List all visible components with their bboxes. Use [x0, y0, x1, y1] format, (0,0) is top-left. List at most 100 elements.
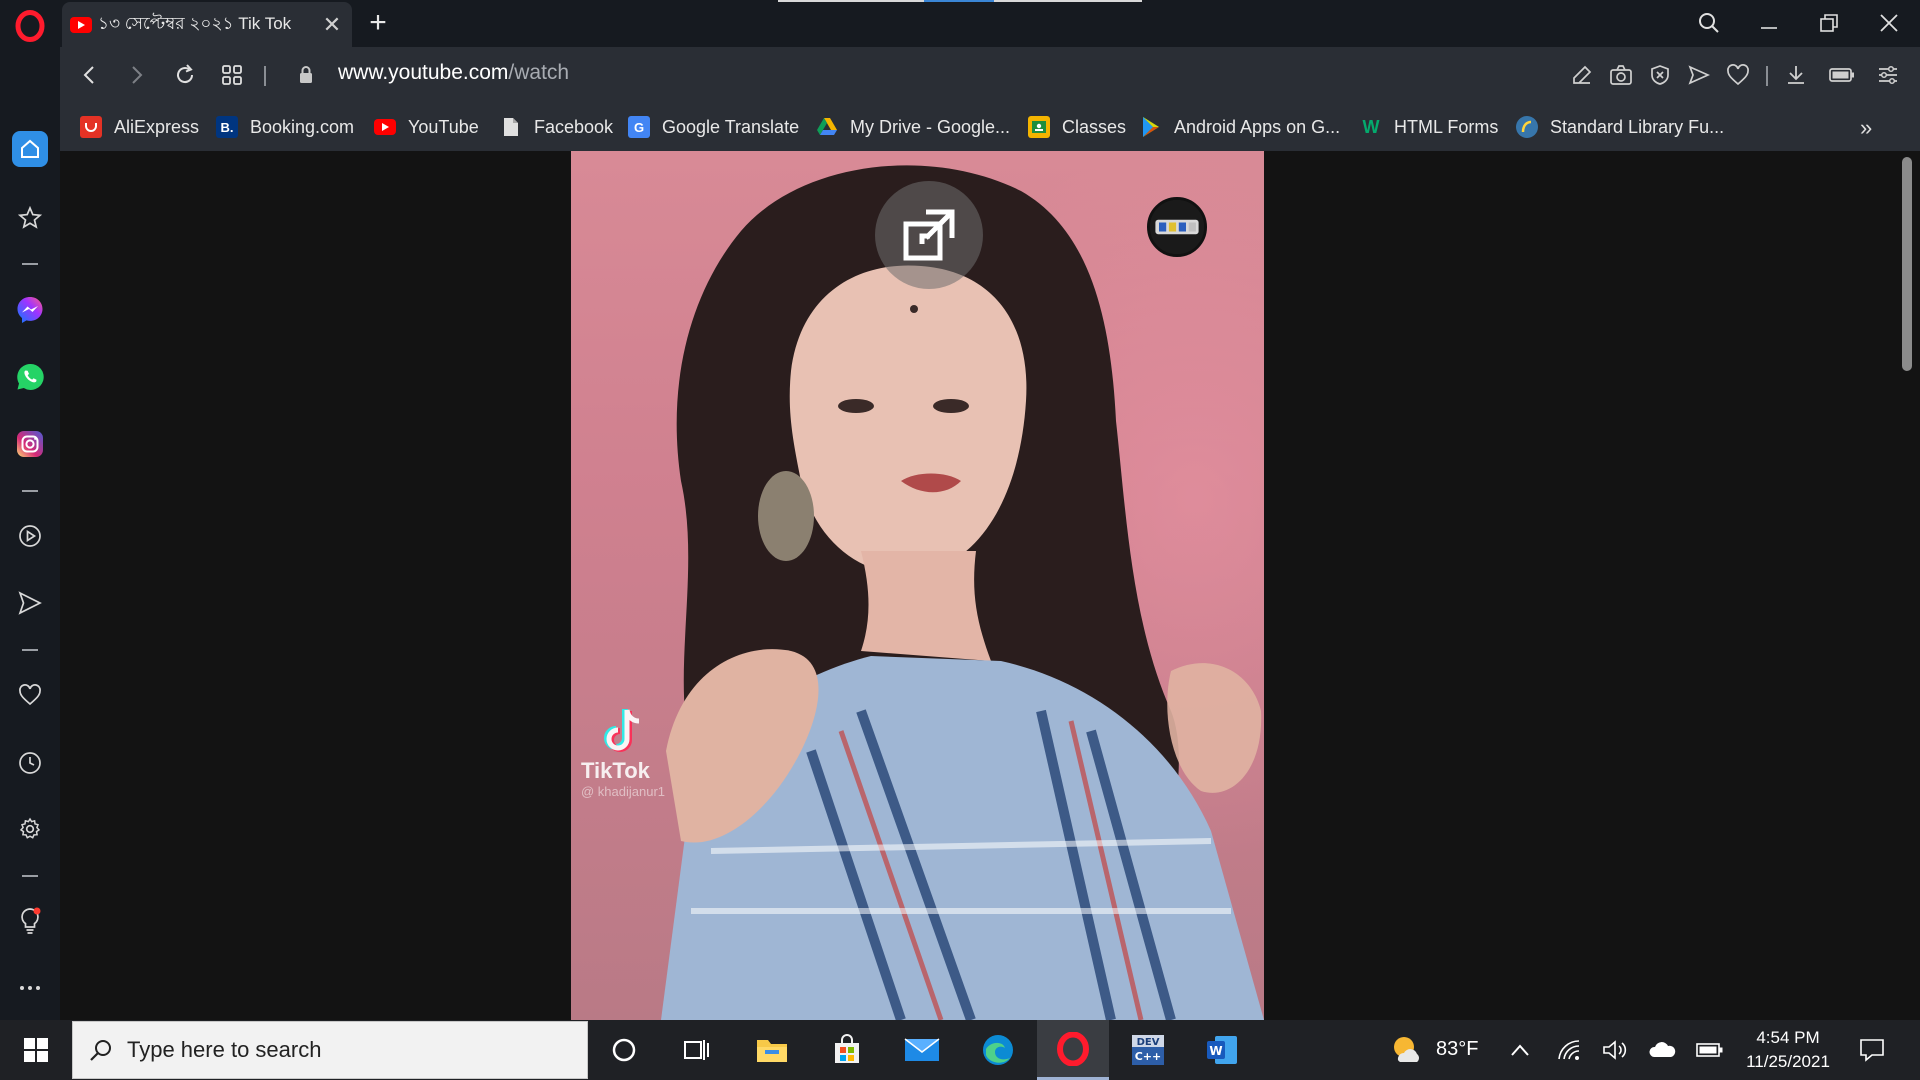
battery-icon	[1696, 1043, 1723, 1057]
close-window-button[interactable]	[1860, 0, 1918, 46]
edit-bookmark-button[interactable]	[1564, 57, 1600, 93]
picture-in-picture-button[interactable]	[875, 181, 983, 289]
bookmark-html-forms[interactable]: W HTML Forms	[1360, 112, 1499, 142]
snapshot-button[interactable]	[1603, 57, 1639, 93]
sidebar-messenger[interactable]	[10, 290, 50, 330]
play-circle-icon	[19, 525, 41, 547]
url-field[interactable]: www.youtube.com/watch	[338, 61, 569, 85]
sidebar-home[interactable]	[12, 131, 48, 167]
cortana-button[interactable]	[588, 1020, 660, 1080]
popout-video-icon	[903, 209, 955, 261]
tab-close-icon[interactable]: ✕	[320, 12, 344, 37]
bookmark-standard-library[interactable]: Standard Library Fu...	[1516, 112, 1724, 142]
bookmark-google-drive[interactable]: My Drive - Google...	[816, 112, 1010, 142]
bookmark-aliexpress[interactable]: AliExpress	[80, 112, 199, 142]
opera-icon	[1057, 1031, 1089, 1066]
google-drive-icon	[816, 116, 838, 138]
folder-icon	[757, 1040, 787, 1062]
bookmark-page-button[interactable]	[1720, 57, 1756, 93]
bookmark-booking[interactable]: B. Booking.com	[216, 112, 354, 142]
heart-icon	[1727, 64, 1749, 86]
taskbar-edge[interactable]	[962, 1020, 1034, 1080]
battery-icon	[1829, 68, 1854, 82]
page-content: TikTok @ khadijanur1	[60, 151, 1920, 1020]
sidebar-whatsapp[interactable]	[10, 357, 50, 397]
search-placeholder: Type here to search	[127, 1037, 322, 1062]
camera-icon	[1610, 65, 1632, 85]
address-toolbar: www.youtube.com/watch	[60, 47, 1920, 103]
battery-button[interactable]	[1694, 1034, 1726, 1066]
lock-icon	[300, 66, 312, 83]
network-button[interactable]	[1554, 1034, 1586, 1066]
taskbar-file-explorer[interactable]	[736, 1020, 808, 1080]
speed-dial-button[interactable]	[212, 55, 252, 95]
toolbar-divider	[1766, 66, 1768, 86]
sidebar-more[interactable]	[10, 968, 50, 1008]
action-center-button[interactable]	[1852, 1030, 1892, 1070]
easy-setup-button[interactable]	[1870, 57, 1906, 93]
chevron-up-icon	[1511, 1044, 1529, 1056]
channel-avatar[interactable]	[1147, 197, 1207, 257]
sidebar-divider	[22, 875, 38, 877]
sidebar-speed-dial[interactable]	[10, 198, 50, 238]
speaker-icon	[1603, 1040, 1627, 1060]
taskbar-clock[interactable]: 4:54 PM 11/25/2021	[1730, 1026, 1846, 1074]
flow-send-button[interactable]	[1681, 57, 1717, 93]
reload-button[interactable]	[165, 55, 205, 95]
bookmark-google-translate[interactable]: G Google Translate	[628, 112, 799, 142]
sidebar-my-flow[interactable]	[10, 583, 50, 623]
minimize-button[interactable]	[1740, 0, 1798, 46]
sidebar-player[interactable]	[10, 516, 50, 556]
tab-youtube-video[interactable]: ১৩ সেপ্টেম্বর ২০২১ Tik Tok ✕	[62, 2, 352, 47]
video-player[interactable]: TikTok @ khadijanur1	[571, 151, 1264, 1020]
chevron-left-icon	[83, 66, 94, 84]
downloads-button[interactable]	[1778, 57, 1814, 93]
restore-button[interactable]	[1800, 0, 1858, 46]
wifi-icon	[1558, 1040, 1580, 1060]
bookmark-classes[interactable]: Classes	[1028, 112, 1126, 142]
taskbar-dev-cpp[interactable]: DEV C++	[1112, 1020, 1184, 1080]
google-translate-icon: G	[628, 116, 650, 138]
bookmarks-overflow-button[interactable]: »	[1860, 115, 1872, 141]
onedrive-button[interactable]	[1646, 1034, 1678, 1066]
sidebar-bookmarks[interactable]	[10, 675, 50, 715]
sidebar-tips[interactable]	[10, 901, 50, 941]
taskbar-microsoft-store[interactable]	[811, 1020, 883, 1080]
sidebar-divider	[22, 263, 38, 265]
bookmark-label: Facebook	[534, 116, 614, 137]
bookmark-google-play[interactable]: Android Apps on G...	[1140, 112, 1340, 142]
sidebar-settings[interactable]	[10, 809, 50, 849]
partly-sunny-icon	[1394, 1037, 1419, 1062]
ad-blocker-button[interactable]	[1642, 57, 1678, 93]
page-scrollbar[interactable]	[1902, 157, 1912, 371]
sidebar-history[interactable]	[10, 743, 50, 783]
mail-icon	[904, 1038, 940, 1061]
store-icon	[835, 1034, 859, 1063]
start-button[interactable]	[10, 1026, 62, 1074]
opera-menu-button[interactable]	[10, 6, 50, 46]
notification-icon	[1860, 1039, 1884, 1062]
bookmark-label: Google Translate	[662, 116, 800, 137]
new-tab-button[interactable]: +	[362, 8, 394, 40]
search-tabs-button[interactable]	[1680, 0, 1738, 46]
taskbar-word[interactable]: W	[1186, 1020, 1258, 1080]
battery-saver-button[interactable]	[1824, 57, 1860, 93]
aliexpress-icon	[80, 116, 102, 138]
sidebar-instagram[interactable]	[10, 424, 50, 464]
taskbar-search-input[interactable]: Type here to search	[72, 1021, 588, 1079]
bookmark-youtube[interactable]: YouTube	[374, 112, 479, 142]
show-hidden-icons-button[interactable]	[1504, 1034, 1536, 1066]
svg-text:C++: C++	[1135, 1050, 1162, 1063]
back-button[interactable]	[70, 55, 110, 95]
taskbar-opera[interactable]	[1037, 1020, 1109, 1080]
weather-widget[interactable]: 83°F	[1390, 1034, 1478, 1064]
forward-button[interactable]	[116, 55, 156, 95]
task-view-icon	[684, 1040, 709, 1060]
bookmark-label: YouTube	[408, 116, 479, 137]
bookmark-facebook[interactable]: Facebook	[500, 112, 613, 142]
volume-button[interactable]	[1599, 1034, 1631, 1066]
taskbar-mail[interactable]	[886, 1020, 958, 1080]
task-view-button[interactable]	[660, 1020, 732, 1080]
pencil-icon	[1573, 65, 1592, 84]
site-info-button[interactable]	[286, 55, 326, 95]
